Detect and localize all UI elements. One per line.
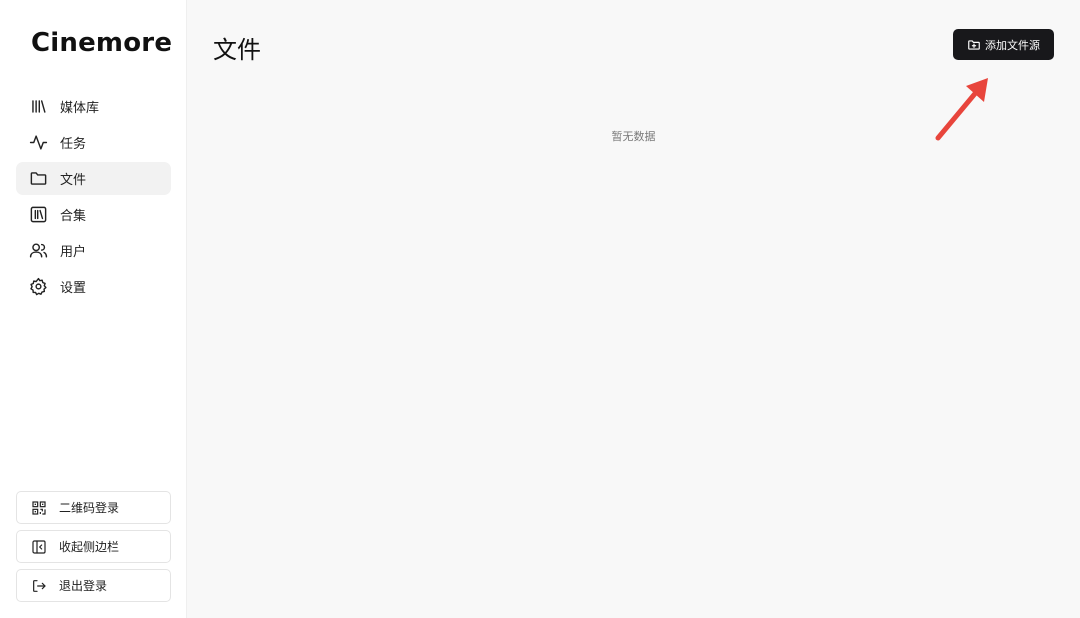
sidebar-bottom-actions: 二维码登录 收起侧边栏 退出登录 [16,491,171,608]
add-file-source-label: 添加文件源 [985,38,1040,52]
sidebar-item-label: 用户 [60,245,87,260]
users-icon [28,241,48,261]
app-logo: Cinemore [31,28,173,58]
sidebar-item-settings[interactable]: 设置 [16,270,171,303]
sidebar-nav: 媒体库 任务 文件 合集 用户 设置 [16,90,171,306]
page-title: 文件 [213,36,261,64]
qr-login-label: 二维码登录 [59,501,120,515]
collapse-sidebar-button[interactable]: 收起侧边栏 [16,530,171,563]
sidebar-item-library[interactable]: 媒体库 [16,90,171,123]
sidebar-item-label: 设置 [60,281,87,296]
collapse-sidebar-label: 收起侧边栏 [59,540,120,554]
sidebar-item-users[interactable]: 用户 [16,234,171,267]
sidebar-item-label: 媒体库 [60,101,100,116]
annotation-arrow-icon [935,78,988,141]
sidebar-item-collections[interactable]: 合集 [16,198,171,231]
app-window: Cinemore 媒体库 任务 文件 合集 用户 设置 二维码登录 收起侧边栏 … [0,0,1080,618]
gear-icon [28,277,48,297]
sidebar-item-label: 合集 [60,209,87,224]
add-file-source-button[interactable]: 添加文件源 [953,29,1054,60]
qr-login-button[interactable]: 二维码登录 [16,491,171,524]
logout-icon [30,577,47,594]
sidebar-item-label: 文件 [60,173,87,188]
sidebar-item-tasks[interactable]: 任务 [16,126,171,159]
folder-plus-icon [967,38,981,52]
sidebar: Cinemore 媒体库 任务 文件 合集 用户 设置 二维码登录 收起侧边栏 … [0,0,187,618]
folder-icon [28,169,48,189]
logout-button[interactable]: 退出登录 [16,569,171,602]
activity-icon [28,133,48,153]
collection-icon [28,205,48,225]
logout-label: 退出登录 [59,579,108,593]
collapse-sidebar-icon [30,538,47,555]
qr-code-icon [30,499,47,516]
sidebar-item-files[interactable]: 文件 [16,162,171,195]
sidebar-item-label: 任务 [60,137,87,152]
library-icon [28,97,48,117]
